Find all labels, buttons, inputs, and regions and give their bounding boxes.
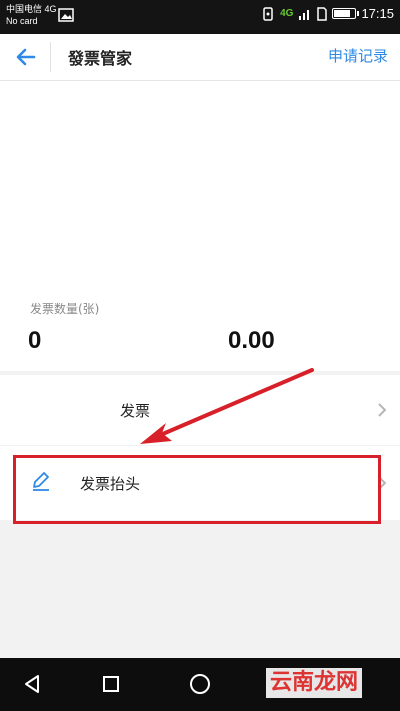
nav-home-button[interactable] bbox=[190, 674, 210, 694]
status-bar: 中国电信 4G No card 4G 17:15 bbox=[0, 0, 400, 34]
header-divider bbox=[50, 42, 51, 72]
chevron-right-icon bbox=[378, 476, 386, 490]
invoice-count-value: 0 bbox=[28, 327, 42, 354]
carrier-info: 中国电信 4G No card bbox=[6, 3, 57, 27]
network-type: 4G bbox=[280, 7, 294, 19]
sim-card-icon bbox=[317, 6, 328, 21]
apply-record-link[interactable]: 申请记录 bbox=[328, 45, 388, 66]
nav-recents-button[interactable] bbox=[103, 676, 119, 692]
battery-icon bbox=[332, 8, 360, 19]
arrow-left-icon bbox=[16, 48, 36, 66]
triangle-back-icon bbox=[25, 675, 39, 693]
invoice-amount-value: 0.00 bbox=[228, 327, 275, 354]
carrier-name: 中国电信 4G bbox=[6, 4, 57, 14]
invoice-menu-label: 发票 bbox=[120, 402, 151, 420]
clock: 17:15 bbox=[361, 6, 394, 21]
signal-icon bbox=[299, 9, 310, 20]
chevron-right-icon bbox=[378, 403, 386, 417]
pencil-icon bbox=[33, 472, 49, 491]
invoice-menu-item[interactable]: 发票 bbox=[0, 375, 400, 445]
watermark: 云南龙网 bbox=[265, 668, 362, 698]
battery-level bbox=[334, 10, 350, 17]
rotation-lock-icon bbox=[263, 6, 273, 21]
invoice-title-menu-label: 发票抬头 bbox=[80, 475, 141, 493]
nav-back-button[interactable] bbox=[22, 674, 42, 694]
sim-status: No card bbox=[6, 16, 38, 26]
status-icons: 4G 17:15 bbox=[261, 6, 394, 21]
app-header: 發票管家 申请记录 bbox=[0, 34, 400, 81]
invoice-title-menu-item[interactable]: 发票抬头 bbox=[0, 446, 400, 520]
gallery-icon bbox=[58, 8, 74, 22]
invoice-count-label: 发票数量(张) bbox=[30, 302, 100, 316]
page-title: 發票管家 bbox=[68, 49, 133, 68]
invoice-summary-card: 发票数量(张) 0 0.00 bbox=[0, 81, 400, 371]
back-button[interactable] bbox=[10, 42, 42, 72]
